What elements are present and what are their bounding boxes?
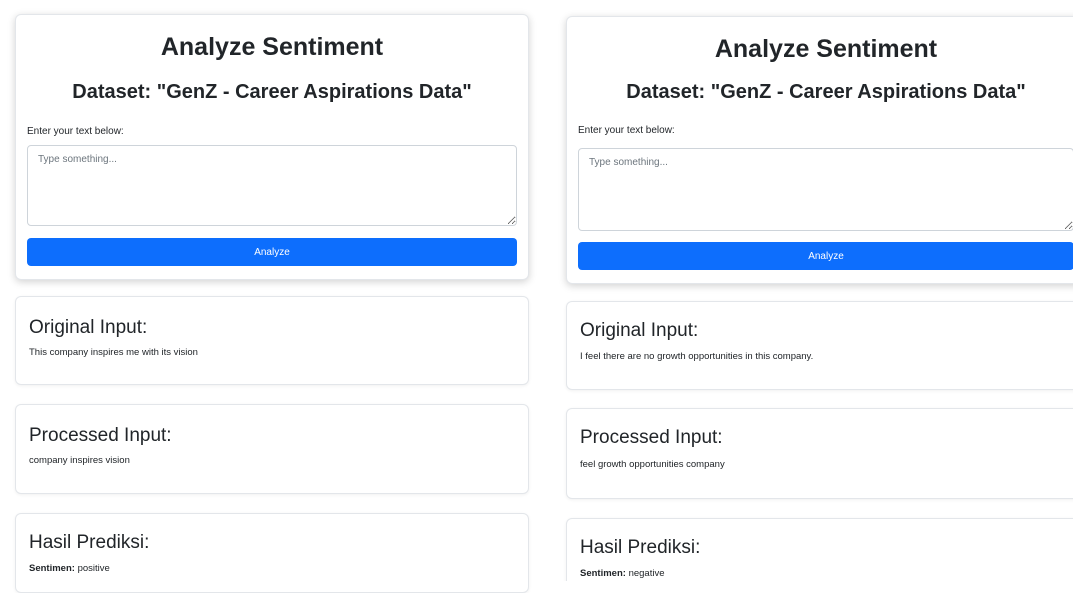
original-input-text: I feel there are no growth opportunities… (580, 351, 814, 362)
dataset-title: Dataset: "GenZ - Career Aspirations Data… (72, 81, 472, 103)
original-input-heading: Original Input: (29, 317, 148, 338)
page-title: Analyze Sentiment (714, 35, 938, 63)
processed-input-card: Processed Input: feel growth opportuniti… (566, 408, 1073, 499)
left-screenshot-panel: Analyze Sentiment Dataset: "GenZ - Caree… (0, 0, 540, 593)
dataset-title: Dataset: "GenZ - Career Aspirations Data… (626, 81, 1026, 103)
original-input-heading: Original Input: (580, 320, 699, 341)
sentiment-value: negative (628, 568, 665, 579)
original-input-card: Original Input: I feel there are no grow… (566, 301, 1073, 390)
sentiment-result: Sentimen: negative (580, 568, 665, 579)
processed-input-heading: Processed Input: (580, 427, 723, 448)
analyze-button[interactable]: Analyze (578, 242, 1073, 270)
text-input[interactable] (27, 145, 517, 226)
analyze-button[interactable]: Analyze (27, 238, 517, 266)
analyze-form-card: Analyze Sentiment Dataset: "GenZ - Caree… (15, 14, 529, 280)
sentiment-value: positive (77, 563, 110, 574)
processed-input-text: company inspires vision (29, 455, 130, 466)
prediction-heading: Hasil Prediksi: (580, 537, 701, 558)
text-input[interactable] (578, 148, 1073, 231)
original-input-card: Original Input: This company inspires me… (15, 296, 529, 385)
prediction-card: Hasil Prediksi: Sentimen: negative (566, 518, 1073, 581)
processed-input-card: Processed Input: company inspires vision (15, 404, 529, 494)
sentiment-result: Sentimen: positive (29, 563, 110, 574)
input-label: Enter your text below: (578, 125, 675, 136)
processed-input-text: feel growth opportunities company (580, 459, 725, 470)
prediction-heading: Hasil Prediksi: (29, 532, 150, 553)
page-title: Analyze Sentiment (160, 33, 384, 61)
right-screenshot-panel: Analyze Sentiment Dataset: "GenZ - Caree… (556, 0, 1073, 581)
sentiment-label: Sentimen: (580, 568, 626, 579)
analyze-form-card: Analyze Sentiment Dataset: "GenZ - Caree… (566, 16, 1073, 284)
sentiment-label: Sentimen: (29, 563, 75, 574)
original-input-text: This company inspires me with its vision (29, 347, 198, 358)
prediction-card: Hasil Prediksi: Sentimen: positive (15, 513, 529, 593)
input-label: Enter your text below: (27, 126, 124, 137)
processed-input-heading: Processed Input: (29, 425, 172, 446)
